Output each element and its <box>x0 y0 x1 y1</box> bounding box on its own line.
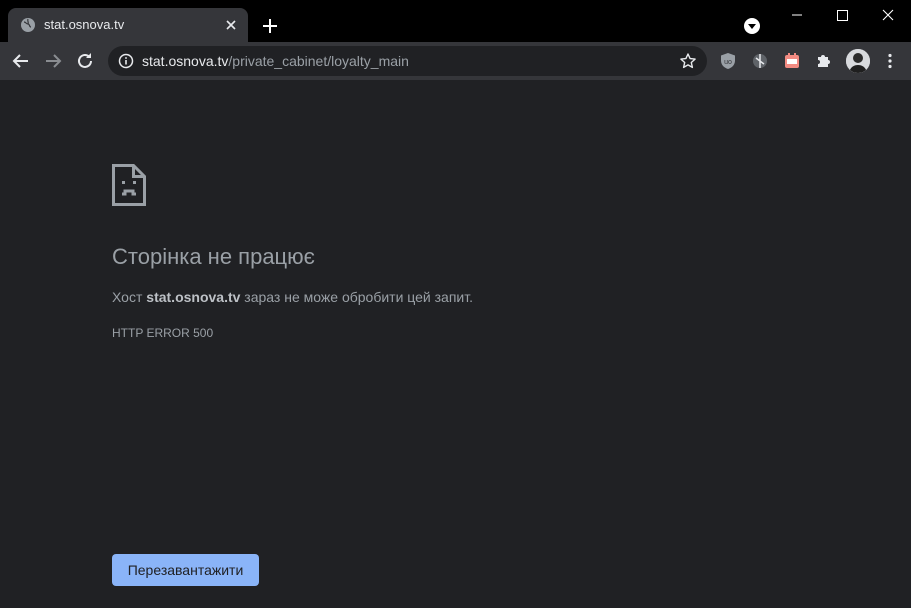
bookmark-star-icon[interactable] <box>679 52 697 70</box>
globe-icon <box>21 18 35 32</box>
sad-document-icon <box>112 164 146 206</box>
more-menu-icon[interactable] <box>880 51 900 71</box>
tab-search-icon[interactable] <box>742 16 762 36</box>
error-code: HTTP ERROR 500 <box>112 326 214 340</box>
forward-arrow-icon[interactable] <box>40 49 66 73</box>
error-desc-host: stat.osnova.tv <box>146 289 241 305</box>
back-arrow-icon[interactable] <box>8 49 34 73</box>
url-text: stat.osnova.tv/private_cabinet/loyalty_m… <box>142 53 409 69</box>
puzzle-icon[interactable] <box>814 51 834 71</box>
url-path: /private_cabinet/loyalty_main <box>228 53 409 69</box>
maximize-icon[interactable] <box>820 0 866 30</box>
reload-button[interactable]: Перезавантажити <box>112 554 259 586</box>
ublock-origin-icon[interactable]: uo <box>718 51 738 71</box>
address-bar[interactable]: stat.osnova.tv/private_cabinet/loyalty_m… <box>108 46 707 76</box>
info-icon[interactable] <box>118 53 134 69</box>
browser-tab[interactable]: stat.osnova.tv <box>8 8 248 42</box>
extension-icon[interactable] <box>782 51 802 71</box>
error-description: Хост stat.osnova.tv зараз не може оброби… <box>112 289 473 305</box>
url-host: stat.osnova.tv <box>142 53 229 69</box>
error-title: Сторінка не працює <box>112 244 315 269</box>
close-tab-icon[interactable] <box>222 16 240 34</box>
error-desc-suffix: зараз не може обробити цей запит. <box>240 289 473 305</box>
close-window-icon[interactable] <box>865 0 911 30</box>
title-bar: stat.osnova.tv <box>0 0 911 42</box>
extension-icon[interactable] <box>750 51 770 71</box>
avatar[interactable] <box>846 49 870 73</box>
minimize-icon[interactable] <box>774 0 820 30</box>
error-desc-prefix: Хост <box>112 289 147 305</box>
svg-text:uo: uo <box>724 59 732 66</box>
reload-icon[interactable] <box>72 49 98 73</box>
error-page: Сторінка не працює Хост stat.osnova.tv з… <box>0 80 911 608</box>
browser-toolbar: stat.osnova.tv/private_cabinet/loyalty_m… <box>0 42 911 80</box>
new-tab-icon[interactable] <box>258 14 282 38</box>
tab-title: stat.osnova.tv <box>44 17 125 32</box>
